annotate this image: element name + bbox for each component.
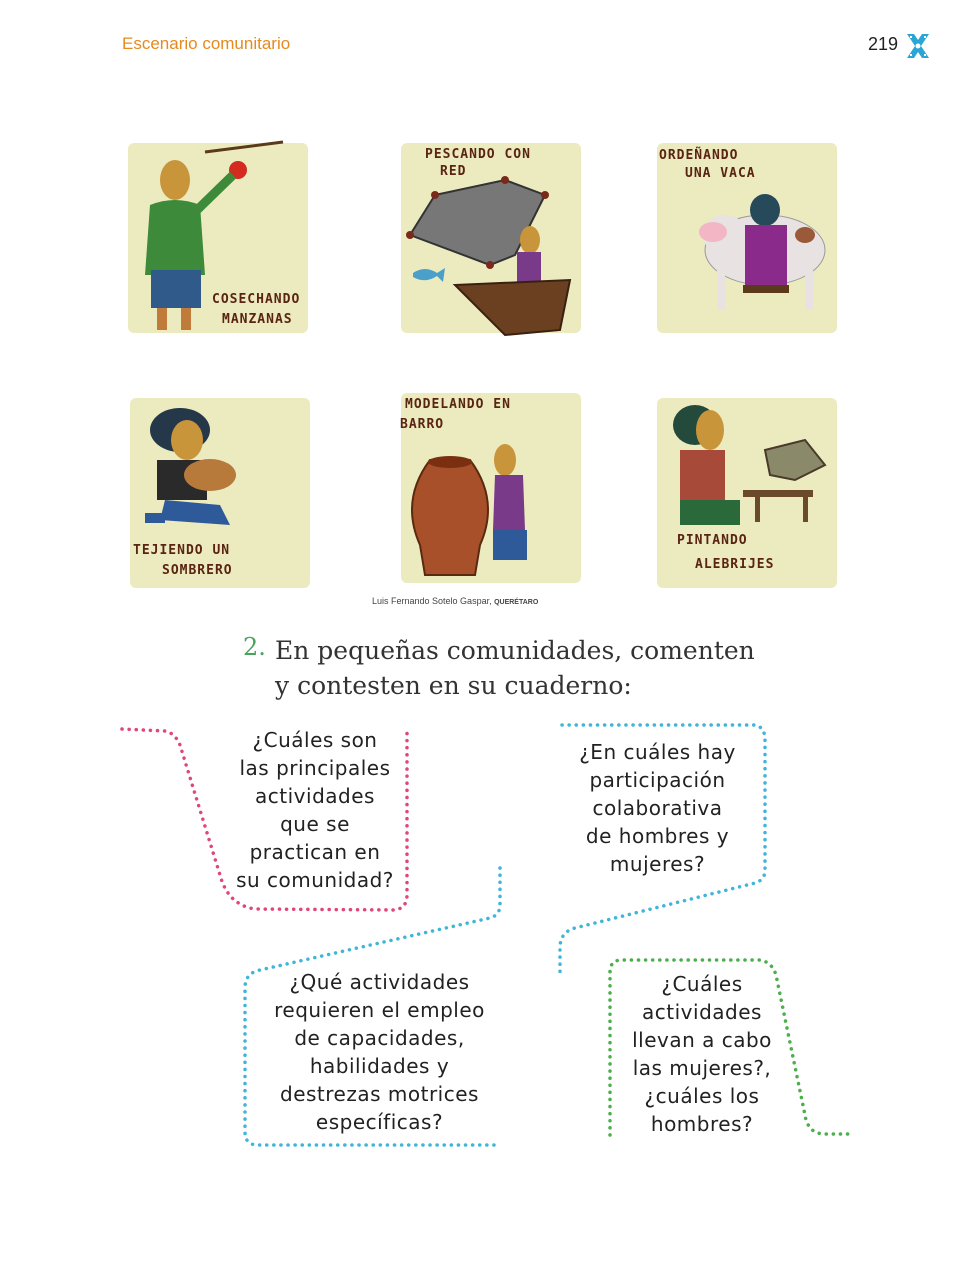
question-line: actividades xyxy=(255,784,375,808)
question-4: ¿Cuáles actividades llevan a cabo las mu… xyxy=(612,970,792,1138)
question-line: actividades xyxy=(642,1000,762,1024)
question-line: participación xyxy=(589,768,726,792)
question-line: las mujeres?, xyxy=(632,1056,772,1080)
question-line: ¿En cuáles hay xyxy=(579,740,736,764)
question-line: específicas? xyxy=(315,1110,444,1134)
question-line: de capacidades, xyxy=(294,1026,465,1050)
question-line: ¿cuáles los xyxy=(644,1084,760,1108)
question-line: hombres? xyxy=(650,1112,754,1136)
question-line: de hombres y xyxy=(585,824,730,848)
question-line: llevan a cabo xyxy=(632,1028,772,1052)
question-line: habilidades y xyxy=(309,1054,450,1078)
question-line: mujeres? xyxy=(609,852,706,876)
question-line: que se xyxy=(280,812,350,836)
question-line: ¿Qué actividades xyxy=(289,970,470,994)
question-line: colaborativa xyxy=(592,796,723,820)
question-line: ¿Cuáles son xyxy=(252,728,378,752)
question-line: ¿Cuáles xyxy=(661,972,743,996)
question-line: practican en xyxy=(249,840,381,864)
question-1: ¿Cuáles son las principales actividades … xyxy=(225,726,405,894)
question-2: ¿En cuáles hay participación colaborativ… xyxy=(565,738,750,878)
question-line: su comunidad? xyxy=(236,868,394,892)
question-line: destrezas motrices xyxy=(280,1082,479,1106)
question-line: las principales xyxy=(239,756,391,780)
question-3: ¿Qué actividades requieren el empleo de … xyxy=(262,968,497,1136)
question-line: requieren el empleo xyxy=(274,998,485,1022)
